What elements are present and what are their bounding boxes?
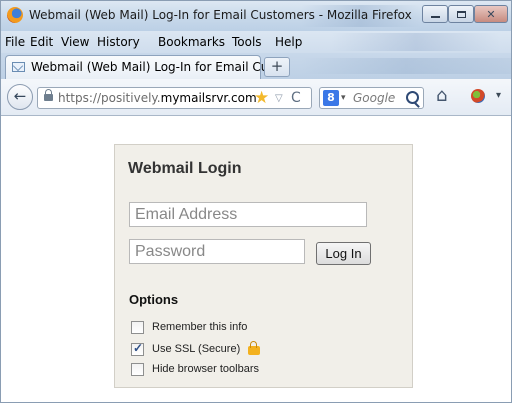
window-title: Webmail (Web Mail) Log-In for Email Cust… — [29, 8, 412, 22]
url-prefix: https://positively. — [58, 91, 161, 105]
reload-icon[interactable]: C — [291, 89, 301, 107]
hide-toolbars-option[interactable]: Hide browser toolbars — [131, 361, 259, 377]
options-title: Options — [129, 292, 179, 307]
title-bar: Webmail (Web Mail) Log-In for Email Cust… — [1, 1, 511, 31]
google-search-engine-icon[interactable]: 8 — [323, 90, 339, 106]
blurred-background — [301, 58, 511, 74]
back-button[interactable]: ← — [7, 84, 33, 110]
login-title: Webmail Login — [128, 160, 242, 177]
url-dropdown-icon[interactable]: ▽ — [275, 90, 283, 108]
remember-option[interactable]: Remember this info — [131, 319, 247, 335]
bookmark-star-icon[interactable]: ★ — [254, 88, 269, 108]
home-icon[interactable]: ⌂ — [436, 86, 447, 106]
maximize-button[interactable] — [448, 5, 474, 23]
email-field[interactable] — [129, 202, 367, 227]
new-tab-button[interactable]: + — [264, 57, 290, 77]
menu-tools[interactable]: Tools — [232, 35, 262, 49]
menu-view[interactable]: View — [61, 35, 89, 49]
url-domain: mymailsrvr.com — [160, 91, 257, 105]
login-button[interactable]: Log In — [316, 242, 371, 265]
minimize-icon — [430, 16, 440, 18]
ssl-checkbox[interactable] — [131, 341, 144, 356]
menu-bar: File Edit View History Bookmarks Tools H… — [1, 31, 511, 53]
remember-label[interactable]: Remember this info — [152, 321, 247, 333]
hide-toolbars-label[interactable]: Hide browser toolbars — [152, 363, 259, 375]
url-text[interactable]: https://positively.mymailsrvr.com — [58, 91, 257, 105]
menu-help[interactable]: Help — [275, 35, 302, 49]
page-content: Webmail Login Log In Options Remember th… — [1, 116, 511, 402]
firefox-logo-icon — [7, 7, 23, 23]
search-placeholder: Google — [353, 91, 396, 105]
toolbar-menu-caret-icon[interactable]: ▾ — [496, 89, 501, 103]
menu-bookmarks[interactable]: Bookmarks — [158, 35, 225, 49]
navigation-bar: ← https://positively.mymailsrvr.com ★ ▽ … — [1, 79, 511, 116]
menu-history[interactable]: History — [97, 35, 140, 49]
envelope-icon — [12, 62, 25, 72]
addon-icon[interactable] — [471, 89, 485, 103]
ssl-option[interactable]: Use SSL (Secure) — [131, 340, 261, 357]
url-bar[interactable]: https://positively.mymailsrvr.com ★ ▽ C — [37, 87, 312, 109]
hide-toolbars-checkbox[interactable] — [131, 362, 144, 376]
browser-window: Webmail (Web Mail) Log-In for Email Cust… — [0, 0, 512, 403]
tab-title: Webmail (Web Mail) Log-In for Email Cu..… — [31, 60, 280, 74]
search-icon[interactable] — [406, 91, 419, 104]
search-engine-caret-icon[interactable]: ▾ — [341, 90, 346, 106]
search-bar[interactable]: 8 ▾ Google — [319, 87, 424, 109]
close-icon: ✕ — [486, 7, 496, 21]
lock-icon — [44, 89, 53, 101]
minimize-button[interactable] — [422, 5, 448, 23]
menu-file[interactable]: File — [5, 35, 25, 49]
remember-checkbox[interactable] — [131, 320, 144, 334]
blurred-background — [331, 33, 501, 51]
back-arrow-icon: ← — [13, 87, 27, 105]
login-panel: Webmail Login Log In Options Remember th… — [114, 144, 413, 388]
tab-webmail[interactable]: Webmail (Web Mail) Log-In for Email Cu..… — [5, 55, 280, 79]
menu-edit[interactable]: Edit — [30, 35, 53, 49]
maximize-icon — [456, 10, 466, 18]
password-field[interactable] — [129, 239, 305, 264]
padlock-icon — [248, 340, 261, 355]
close-button[interactable]: ✕ — [474, 5, 508, 23]
ssl-label[interactable]: Use SSL (Secure) — [152, 343, 240, 355]
tab-bar: Webmail (Web Mail) Log-In for Email Cu..… — [1, 53, 511, 79]
